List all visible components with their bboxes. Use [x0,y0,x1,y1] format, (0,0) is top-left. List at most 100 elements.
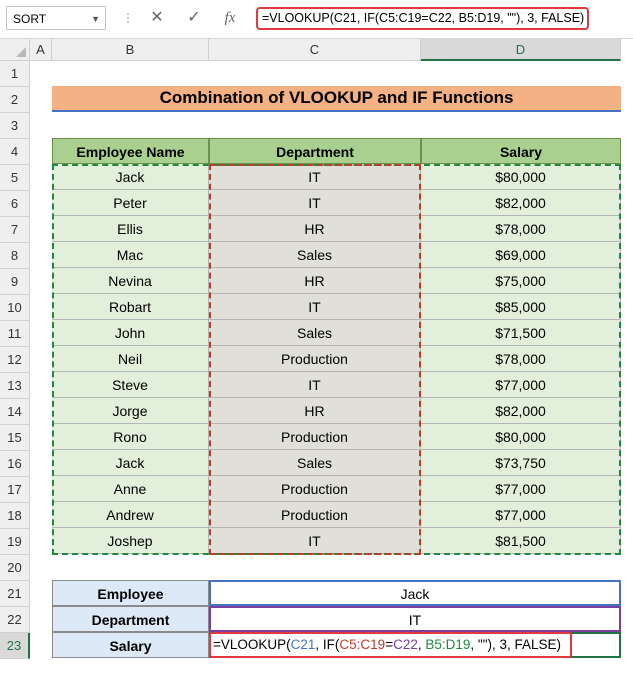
table-cell-employee[interactable]: Ellis [52,216,209,242]
table-cell-salary[interactable]: $77,000 [421,502,621,528]
row-header-21[interactable]: 21 [0,581,30,607]
row-header-18[interactable]: 18 [0,503,30,529]
table-cell-department[interactable]: IT [209,164,421,190]
formula-part: , ""), 3, FALSE) [470,637,562,652]
table-cell-department[interactable]: Production [209,346,421,372]
table-cell-employee[interactable]: Jorge [52,398,209,424]
formula-ref-c5-c19: C5:C19 [339,637,386,652]
name-box-value: SORT [13,12,47,26]
formula-part: , IF( [315,637,340,652]
table-cell-department[interactable]: IT [209,294,421,320]
table-cell-salary[interactable]: $81,500 [421,528,621,554]
table-cell-salary[interactable]: $82,000 [421,398,621,424]
row-header-1[interactable]: 1 [0,61,30,87]
table-cell-employee[interactable]: Peter [52,190,209,216]
row-header-23[interactable]: 23 [0,633,30,659]
table-cell-salary[interactable]: $85,000 [421,294,621,320]
table-header-salary: Salary [421,138,621,164]
table-cell-salary[interactable]: $80,000 [421,164,621,190]
row-header-11[interactable]: 11 [0,321,30,347]
cell-formula-editor[interactable]: =VLOOKUP(C21, IF(C5:C19=C22, B5:D19, "")… [209,632,572,658]
row-header-3[interactable]: 3 [0,113,30,139]
table-cell-employee[interactable]: Neil [52,346,209,372]
table-cell-salary[interactable]: $78,000 [421,346,621,372]
row-header-7[interactable]: 7 [0,217,30,243]
table-cell-department[interactable]: Production [209,502,421,528]
table-header-department: Department [209,138,421,164]
table-header-employee: Employee Name [52,138,209,164]
table-cell-salary[interactable]: $82,000 [421,190,621,216]
row-header-22[interactable]: 22 [0,607,30,633]
table-cell-employee[interactable]: Joshep [52,528,209,554]
table-cell-department[interactable]: Sales [209,320,421,346]
row-header-14[interactable]: 14 [0,399,30,425]
page-title: Combination of VLOOKUP and IF Functions [52,86,621,112]
row-header-8[interactable]: 8 [0,243,30,269]
table-cell-salary[interactable]: $71,500 [421,320,621,346]
name-box[interactable]: SORT ▼ [6,6,106,30]
formula-part: =VLOOKUP( [213,637,291,652]
formula-ref-c22: C22 [393,637,418,652]
table-cell-employee[interactable]: Jack [52,164,209,190]
row-header-9[interactable]: 9 [0,269,30,295]
row-header-12[interactable]: 12 [0,347,30,373]
row-header-6[interactable]: 6 [0,191,30,217]
salary-label: Salary [52,632,209,658]
table-cell-employee[interactable]: John [52,320,209,346]
table-cell-department[interactable]: IT [209,372,421,398]
chevron-down-icon[interactable]: ▼ [91,7,100,31]
select-all-corner[interactable] [0,39,30,61]
department-value-cell[interactable]: IT [209,606,621,632]
x-icon[interactable]: ✕ [145,6,169,30]
row-header-10[interactable]: 10 [0,295,30,321]
table-cell-employee[interactable]: Nevina [52,268,209,294]
table-cell-salary[interactable]: $78,000 [421,216,621,242]
check-icon[interactable]: ✓ [182,6,206,30]
table-cell-employee[interactable]: Mac [52,242,209,268]
row-header-16[interactable]: 16 [0,451,30,477]
table-cell-employee[interactable]: Steve [52,372,209,398]
row-header-2[interactable]: 2 [0,87,30,113]
column-header-d[interactable]: D [421,39,621,61]
table-cell-salary[interactable]: $77,000 [421,372,621,398]
table-cell-employee[interactable]: Anne [52,476,209,502]
table-cell-employee[interactable]: Jack [52,450,209,476]
table-cell-department[interactable]: IT [209,528,421,554]
employee-value-cell[interactable]: Jack [209,580,621,606]
formula-part: = [385,637,394,652]
table-cell-department[interactable]: Production [209,476,421,502]
table-cell-department[interactable]: Production [209,424,421,450]
formula-input[interactable]: =VLOOKUP(C21, IF(C5:C19=C22, B5:D19, "")… [256,7,589,30]
row-header-5[interactable]: 5 [0,165,30,191]
table-cell-salary[interactable]: $77,000 [421,476,621,502]
table-cell-employee[interactable]: Robart [52,294,209,320]
formula-bar: SORT ▼ ⋮ ✕ ✓ fx =VLOOKUP(C21, IF(C5:C19=… [0,0,633,39]
table-cell-department[interactable]: HR [209,398,421,424]
formula-ref-b5-d19: B5:D19 [425,637,471,652]
table-cell-department[interactable]: IT [209,190,421,216]
row-header-4[interactable]: 4 [0,139,30,165]
table-cell-employee[interactable]: Andrew [52,502,209,528]
fx-icon[interactable]: fx [218,6,242,30]
formula-ref-c21: C21 [290,637,316,652]
table-cell-salary[interactable]: $69,000 [421,242,621,268]
table-cell-salary[interactable]: $73,750 [421,450,621,476]
column-header-a[interactable]: A [30,39,52,61]
column-header-b[interactable]: B [52,39,209,61]
table-cell-salary[interactable]: $75,000 [421,268,621,294]
row-header-19[interactable]: 19 [0,529,30,555]
row-header-17[interactable]: 17 [0,477,30,503]
table-cell-department[interactable]: Sales [209,242,421,268]
table-cell-department[interactable]: Sales [209,450,421,476]
row-header-13[interactable]: 13 [0,373,30,399]
department-label: Department [52,606,209,632]
table-cell-employee[interactable]: Rono [52,424,209,450]
row-header-15[interactable]: 15 [0,425,30,451]
separator-dots-icon: ⋮ [122,11,134,25]
row-header-20[interactable]: 20 [0,555,30,581]
table-cell-department[interactable]: HR [209,268,421,294]
table-cell-department[interactable]: HR [209,216,421,242]
employee-label: Employee [52,580,209,606]
column-header-c[interactable]: C [209,39,421,61]
table-cell-salary[interactable]: $80,000 [421,424,621,450]
